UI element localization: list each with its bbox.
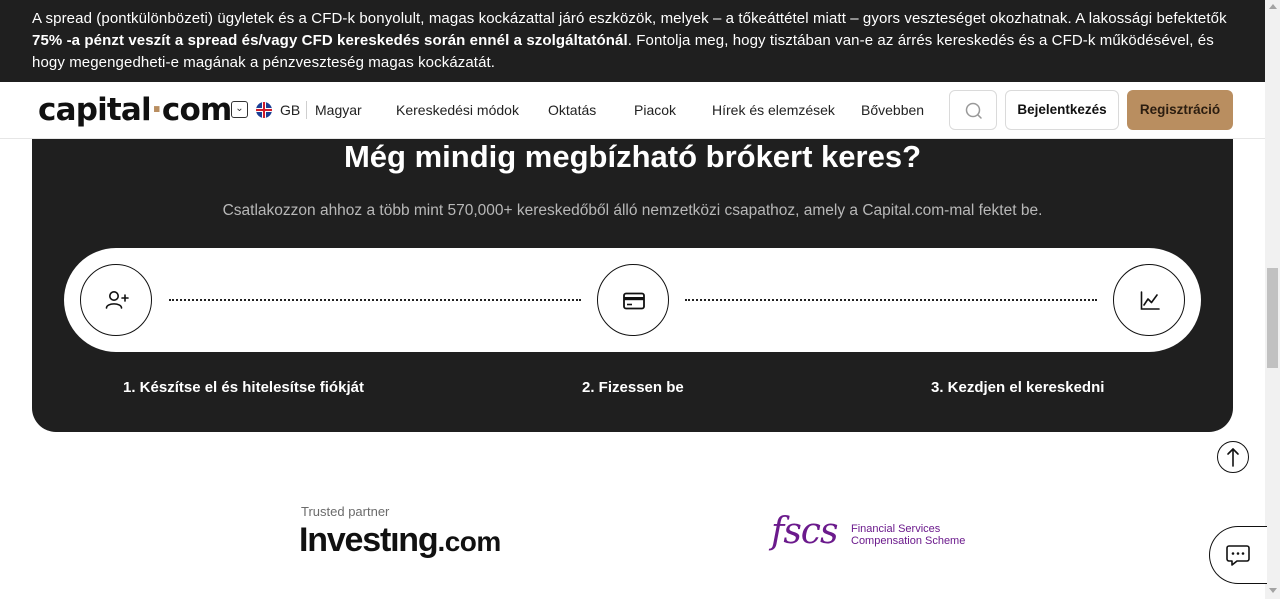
risk-warning-banner: A spread (pontkülönbözeti) ügyletek és a…: [0, 0, 1265, 82]
nav-item-markets[interactable]: Piacok: [634, 102, 676, 118]
step-3-circle: [1113, 264, 1185, 336]
step-connector: [169, 299, 581, 301]
step-2-circle: [597, 264, 669, 336]
risk-text-bold: 75% -a pénzt veszít a spread és/vagy CFD…: [32, 32, 628, 49]
scroll-down-arrow-icon[interactable]: [1269, 588, 1277, 593]
capital-com-logo[interactable]: capital·com: [38, 92, 232, 128]
language-selector[interactable]: Magyar: [315, 102, 362, 118]
cta-title: Még mindig megbízható brókert keres?: [343, 139, 922, 174]
back-to-top-button[interactable]: [1217, 441, 1249, 473]
add-user-icon: [105, 290, 129, 309]
step-1-label: 1. Készítse el és hitelesítse fiókját: [123, 379, 364, 396]
search-icon: [965, 102, 982, 119]
register-button[interactable]: Regisztráció: [1127, 90, 1233, 130]
chat-bubble-icon: [1226, 545, 1250, 566]
step-3-label: 3. Kezdjen el kereskedni: [931, 379, 1105, 396]
arrow-up-icon: [1227, 448, 1239, 467]
step-connector: [685, 299, 1097, 301]
chart-line-icon: [1140, 291, 1160, 310]
risk-text-intro: A spread (pontkülönbözeti) ügyletek és a…: [32, 10, 1227, 27]
credit-card-icon: [623, 292, 645, 310]
fscs-logo-text: Financial Services Compensation Scheme: [851, 523, 966, 547]
nav-item-trading-modes[interactable]: Kereskedési módok: [396, 102, 519, 118]
nav-item-news-analysis[interactable]: Hírek és elemzések: [712, 102, 835, 118]
divider: [306, 101, 307, 119]
login-button[interactable]: Bejelentkezés: [1005, 90, 1119, 130]
search-button[interactable]: [949, 90, 997, 130]
cta-subtitle: Csatlakozzon ahhoz a több mint 570,000+ …: [222, 202, 1043, 219]
region-selector[interactable]: GB: [280, 102, 300, 118]
trusted-partner-label: Trusted partner: [301, 504, 390, 519]
scroll-up-arrow-icon[interactable]: [1269, 4, 1277, 9]
nav-item-more[interactable]: Bővebben: [861, 102, 924, 118]
uk-flag-icon[interactable]: [256, 102, 272, 118]
nav-item-education[interactable]: Oktatás: [548, 102, 596, 118]
step-2-label: 2. Fizessen be: [582, 379, 684, 396]
fscs-logo[interactable]: fscs: [771, 511, 838, 552]
scrollbar-thumb[interactable]: [1267, 268, 1278, 368]
chat-support-button[interactable]: [1209, 526, 1267, 584]
investing-com-logo[interactable]: Investıng.com: [299, 521, 501, 560]
chevron-down-icon[interactable]: ⌄: [231, 101, 248, 118]
step-1-circle: [80, 264, 152, 336]
